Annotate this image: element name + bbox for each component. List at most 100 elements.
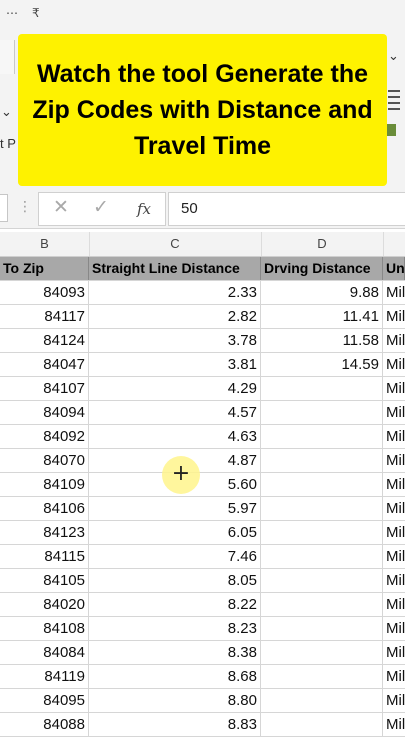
straight-line-distance-cell[interactable]: 8.22 [89, 593, 261, 616]
to-zip-cell[interactable]: 84020 [0, 593, 89, 616]
straight-line-distance-cell[interactable]: 3.81 [89, 353, 261, 376]
driving-distance-cell[interactable] [261, 449, 383, 472]
units-cell[interactable]: Mil [383, 713, 405, 736]
units-cell[interactable]: Mil [383, 569, 405, 592]
driving-distance-cell[interactable] [261, 665, 383, 688]
to-zip-cell[interactable]: 84115 [0, 545, 89, 568]
straight-line-distance-cell[interactable]: 8.23 [89, 617, 261, 640]
table-row: 84084 8.38 Mil [0, 641, 405, 665]
driving-distance-cell[interactable] [261, 377, 383, 400]
units-cell[interactable]: Mil [383, 353, 405, 376]
table-row: 84117 2.82 11.41 Mil [0, 305, 405, 329]
driving-distance-cell[interactable]: 9.88 [261, 281, 383, 304]
table-header-row: To Zip Straight Line Distance Drving Dis… [0, 257, 405, 281]
formula-input[interactable]: 50 [168, 192, 405, 226]
units-cell[interactable]: Mil [383, 329, 405, 352]
units-cell[interactable]: Mil [383, 689, 405, 712]
to-zip-cell[interactable]: 84106 [0, 497, 89, 520]
header-units[interactable]: Un [383, 257, 405, 280]
header-to-zip[interactable]: To Zip [0, 257, 89, 280]
driving-distance-cell[interactable] [261, 617, 383, 640]
formula-bar: ⋮ ✕ ✓ fx 50 [0, 188, 405, 229]
table-row: 84095 8.80 Mil [0, 689, 405, 713]
units-cell[interactable]: Mil [383, 497, 405, 520]
units-cell[interactable]: Mil [383, 305, 405, 328]
units-cell[interactable]: Mil [383, 401, 405, 424]
driving-distance-cell[interactable] [261, 641, 383, 664]
to-zip-cell[interactable]: 84088 [0, 713, 89, 736]
units-cell[interactable]: Mil [383, 281, 405, 304]
name-box[interactable] [0, 194, 8, 222]
units-cell[interactable]: Mil [383, 593, 405, 616]
to-zip-cell[interactable]: 84095 [0, 689, 89, 712]
straight-line-distance-cell[interactable]: 3.78 [89, 329, 261, 352]
driving-distance-cell[interactable] [261, 521, 383, 544]
straight-line-distance-cell[interactable]: 7.46 [89, 545, 261, 568]
driving-distance-cell[interactable] [261, 401, 383, 424]
to-zip-cell[interactable]: 84119 [0, 665, 89, 688]
straight-line-distance-cell[interactable]: 8.83 [89, 713, 261, 736]
to-zip-cell[interactable]: 84094 [0, 401, 89, 424]
driving-distance-cell[interactable] [261, 593, 383, 616]
driving-distance-cell[interactable]: 14.59 [261, 353, 383, 376]
quick-access-customize-icon[interactable]: ₹ [32, 6, 40, 20]
column-header-c[interactable]: C [89, 232, 262, 256]
straight-line-distance-cell[interactable]: 8.68 [89, 665, 261, 688]
cancel-icon[interactable]: ✕ [53, 196, 69, 219]
straight-line-distance-cell[interactable]: 8.38 [89, 641, 261, 664]
units-cell[interactable]: Mil [383, 521, 405, 544]
to-zip-cell[interactable]: 84093 [0, 281, 89, 304]
ribbon-caret-left-icon[interactable]: ⌄ [1, 104, 12, 120]
to-zip-cell[interactable]: 84117 [0, 305, 89, 328]
to-zip-cell[interactable]: 84047 [0, 353, 89, 376]
enter-icon[interactable]: ✓ [93, 196, 109, 219]
column-header-b[interactable]: B [0, 232, 90, 256]
header-driving-distance[interactable]: Drving Distance [261, 257, 383, 280]
to-zip-cell[interactable]: 84107 [0, 377, 89, 400]
table-row: 84047 3.81 14.59 Mil [0, 353, 405, 377]
straight-line-distance-cell[interactable]: 2.33 [89, 281, 261, 304]
straight-line-distance-cell[interactable]: 6.05 [89, 521, 261, 544]
to-zip-cell[interactable]: 84105 [0, 569, 89, 592]
units-cell[interactable]: Mil [383, 377, 405, 400]
ribbon-label-fragment[interactable]: t P [0, 136, 16, 151]
driving-distance-cell[interactable]: 11.58 [261, 329, 383, 352]
column-header-d[interactable]: D [261, 232, 384, 256]
units-cell[interactable]: Mil [383, 545, 405, 568]
to-zip-cell[interactable]: 84109 [0, 473, 89, 496]
to-zip-cell[interactable]: 84123 [0, 521, 89, 544]
driving-distance-cell[interactable] [261, 473, 383, 496]
driving-distance-cell[interactable] [261, 713, 383, 736]
units-cell[interactable]: Mil [383, 425, 405, 448]
units-cell[interactable]: Mil [383, 449, 405, 472]
driving-distance-cell[interactable] [261, 545, 383, 568]
to-zip-cell[interactable]: 84092 [0, 425, 89, 448]
units-cell[interactable]: Mil [383, 473, 405, 496]
column-header-e[interactable] [383, 232, 405, 256]
units-cell[interactable]: Mil [383, 665, 405, 688]
straight-line-distance-cell[interactable]: 4.63 [89, 425, 261, 448]
straight-line-distance-cell[interactable]: 4.57 [89, 401, 261, 424]
align-icon[interactable] [384, 86, 405, 166]
driving-distance-cell[interactable] [261, 689, 383, 712]
header-straight-line-distance[interactable]: Straight Line Distance [89, 257, 261, 280]
to-zip-cell[interactable]: 84070 [0, 449, 89, 472]
ribbon-caret-right-icon[interactable]: ⌄ [388, 48, 399, 64]
table-row: 84094 4.57 Mil [0, 401, 405, 425]
straight-line-distance-cell[interactable]: 2.82 [89, 305, 261, 328]
units-cell[interactable]: Mil [383, 641, 405, 664]
straight-line-distance-cell[interactable]: 4.29 [89, 377, 261, 400]
to-zip-cell[interactable]: 84124 [0, 329, 89, 352]
straight-line-distance-cell[interactable]: 8.05 [89, 569, 261, 592]
to-zip-cell[interactable]: 84108 [0, 617, 89, 640]
quick-access-more-icon[interactable]: ⋯ [6, 6, 18, 20]
straight-line-distance-cell[interactable]: 5.97 [89, 497, 261, 520]
driving-distance-cell[interactable]: 11.41 [261, 305, 383, 328]
driving-distance-cell[interactable] [261, 569, 383, 592]
insert-function-icon[interactable]: fx [137, 200, 151, 218]
driving-distance-cell[interactable] [261, 497, 383, 520]
straight-line-distance-cell[interactable]: 8.80 [89, 689, 261, 712]
to-zip-cell[interactable]: 84084 [0, 641, 89, 664]
driving-distance-cell[interactable] [261, 425, 383, 448]
units-cell[interactable]: Mil [383, 617, 405, 640]
